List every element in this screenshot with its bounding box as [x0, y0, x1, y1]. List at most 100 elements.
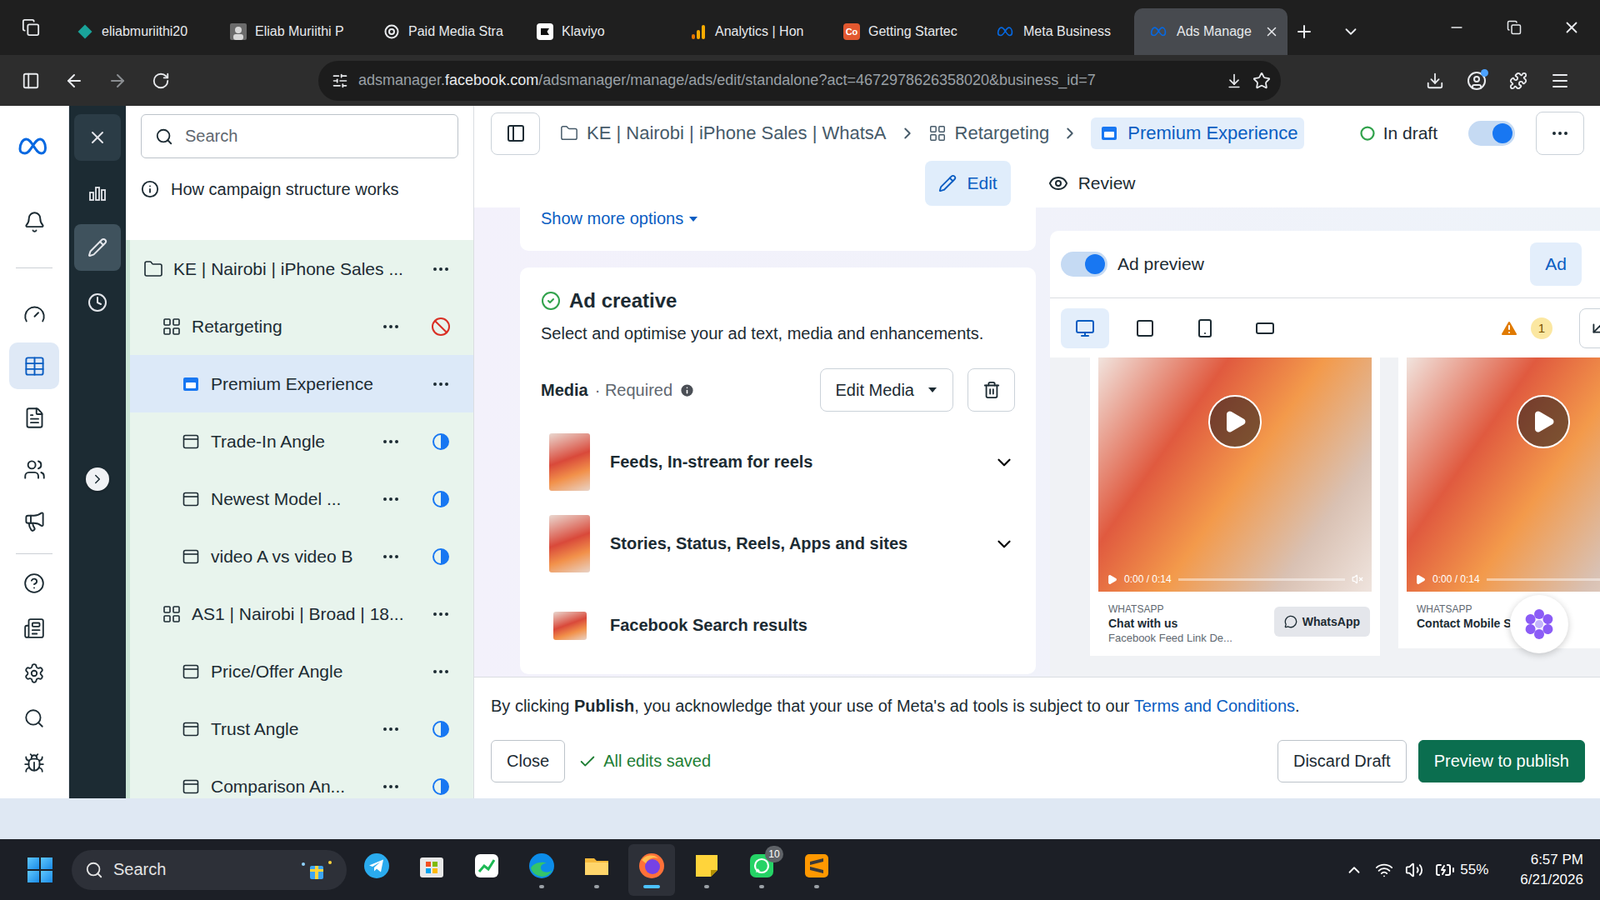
- expand-chevron-icon[interactable]: [993, 451, 1015, 474]
- mode-tab[interactable]: Edit: [925, 160, 1010, 206]
- rail-button[interactable]: [9, 394, 60, 441]
- edit-media-button[interactable]: Edit Media: [820, 368, 955, 412]
- expand-chevron-icon[interactable]: [993, 533, 1015, 555]
- taskbar-app[interactable]: [463, 844, 510, 896]
- rail-button[interactable]: [9, 342, 60, 390]
- browser-tab[interactable]: Paid Media Stra: [367, 8, 521, 55]
- more-icon[interactable]: [380, 431, 401, 452]
- forward-button[interactable]: [99, 62, 136, 100]
- rail-button[interactable]: [9, 198, 60, 245]
- toggle-panel-button[interactable]: [490, 112, 540, 155]
- close-button[interactable]: Close: [490, 740, 565, 783]
- restore-button[interactable]: [1485, 0, 1543, 55]
- taskbar-search[interactable]: Search: [71, 850, 347, 890]
- small-play-icon[interactable]: [1415, 574, 1426, 585]
- close-tab-icon[interactable]: [1264, 24, 1280, 40]
- rail-item[interactable]: [0, 560, 70, 606]
- bookmark-star-icon[interactable]: [1252, 71, 1271, 90]
- more-icon[interactable]: [380, 489, 401, 510]
- taskbar-app[interactable]: [518, 844, 565, 896]
- downloads-button[interactable]: [1416, 62, 1454, 100]
- rail-button[interactable]: [9, 560, 60, 607]
- tool-button[interactable]: [74, 169, 121, 216]
- tree-row[interactable]: Trust Angle: [130, 700, 474, 758]
- show-hidden-icons-icon[interactable]: [1345, 860, 1364, 880]
- muted-icon[interactable]: [1351, 573, 1364, 585]
- taskbar-app[interactable]: [683, 844, 730, 896]
- rail-item[interactable]: [0, 605, 70, 651]
- tree-row[interactable]: Retargeting: [130, 297, 474, 355]
- rail-button[interactable]: [9, 740, 60, 787]
- more-icon[interactable]: [380, 719, 401, 740]
- terms-link[interactable]: Terms and Conditions: [1134, 696, 1295, 715]
- rail-item[interactable]: [0, 391, 70, 444]
- taskbar-app[interactable]: [353, 844, 400, 896]
- taskbar-app[interactable]: [628, 844, 675, 896]
- rail-button[interactable]: [9, 650, 60, 697]
- tab-actions-button[interactable]: [0, 0, 61, 55]
- tree-row[interactable]: KE | Nairobi | iPhone Sales ...: [130, 240, 474, 298]
- rail-item[interactable]: [0, 340, 70, 392]
- extensions-button[interactable]: [1500, 62, 1537, 100]
- rail-item[interactable]: [0, 288, 70, 340]
- rail-item[interactable]: [0, 443, 70, 495]
- rail-button[interactable]: [9, 290, 60, 338]
- tree-row[interactable]: AS1 | Nairobi | Broad | 18...: [130, 585, 474, 643]
- small-play-icon[interactable]: [1106, 574, 1118, 585]
- preview-toggle[interactable]: [1060, 251, 1108, 277]
- delete-media-button[interactable]: [967, 368, 1015, 412]
- device-button[interactable]: [1240, 308, 1290, 349]
- reload-button[interactable]: [142, 62, 180, 100]
- placement-row[interactable]: Facebook Search results: [540, 596, 1015, 655]
- breadcrumb[interactable]: Retargeting: [928, 122, 1050, 145]
- wifi-icon[interactable]: [1375, 860, 1394, 880]
- placement-row[interactable]: Feeds, In-stream for reels: [540, 433, 1015, 491]
- tool-button[interactable]: [74, 279, 121, 326]
- play-button[interactable]: [1516, 395, 1570, 449]
- rail-item[interactable]: [0, 495, 70, 547]
- collapse-preview-button[interactable]: [1579, 308, 1600, 349]
- start-button[interactable]: [16, 846, 64, 894]
- more-icon[interactable]: [380, 776, 401, 797]
- taskbar-app[interactable]: [573, 844, 620, 896]
- tree-row[interactable]: Trade-In Angle: [130, 412, 474, 470]
- expand-handle[interactable]: [85, 467, 110, 491]
- minimize-button[interactable]: [1427, 0, 1485, 55]
- menu-button[interactable]: [1541, 62, 1579, 100]
- ad-button[interactable]: Ad: [1530, 242, 1582, 286]
- device-button[interactable]: [1180, 308, 1230, 349]
- tree-row[interactable]: Premium Experience: [130, 355, 474, 413]
- meta-logo[interactable]: [17, 124, 51, 168]
- rail-button[interactable]: [9, 695, 60, 742]
- taskbar-app[interactable]: [793, 844, 840, 896]
- whatsapp-cta-button[interactable]: WhatsApp: [1274, 606, 1370, 637]
- profile-button[interactable]: [1458, 62, 1495, 100]
- new-tab-button[interactable]: [1287, 8, 1321, 55]
- tree-row[interactable]: video A vs video B: [130, 527, 474, 585]
- browser-tab[interactable]: Meta Business: [980, 8, 1135, 55]
- more-icon[interactable]: [430, 374, 451, 395]
- discard-draft-button[interactable]: Discard Draft: [1277, 740, 1407, 783]
- rail-item[interactable]: [0, 695, 70, 741]
- clock[interactable]: 6:57 PM6/21/2026: [1520, 851, 1584, 889]
- placement-row[interactable]: Stories, Status, Reels, Apps and sites: [540, 515, 1015, 573]
- more-actions-button[interactable]: [1535, 111, 1585, 155]
- browser-tab[interactable]: Klaviyo: [520, 8, 675, 55]
- more-icon[interactable]: [380, 546, 401, 567]
- taskbar-app[interactable]: [408, 844, 455, 896]
- more-icon[interactable]: [380, 316, 401, 337]
- show-more-options-link[interactable]: Show more options: [540, 209, 699, 229]
- sidebar-button[interactable]: [12, 62, 50, 100]
- browser-tab[interactable]: Eliab Muriithi P: [214, 8, 368, 55]
- rail-item[interactable]: [0, 650, 70, 696]
- play-button[interactable]: [1208, 395, 1262, 449]
- rail-item[interactable]: [0, 195, 70, 248]
- preview-to-publish-button[interactable]: Preview to publish: [1418, 740, 1585, 783]
- volume-icon[interactable]: [1405, 860, 1424, 880]
- rail-button[interactable]: [9, 605, 60, 652]
- ad-toggle[interactable]: [1468, 120, 1515, 146]
- browser-tab[interactable]: CoGetting Startec: [827, 8, 981, 55]
- more-icon[interactable]: [430, 604, 451, 625]
- close-window-button[interactable]: [1542, 0, 1600, 55]
- breadcrumb[interactable]: KE | Nairobi | iPhone Sales | WhatsA: [560, 122, 887, 145]
